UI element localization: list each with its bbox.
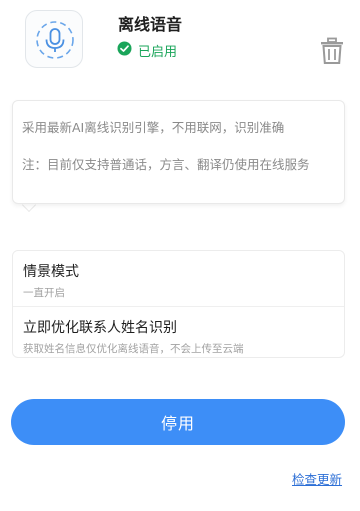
header: 离线语音 已启用 xyxy=(0,0,360,90)
setting-title: 情景模式 xyxy=(23,264,79,280)
divider xyxy=(13,306,344,307)
setting-title: 立即优化联系人姓名识别 xyxy=(23,320,177,336)
trash-icon[interactable] xyxy=(320,37,344,65)
check-update-link[interactable]: 检查更新 xyxy=(292,469,342,488)
setting-scene-mode[interactable]: 情景模式 一直开启 xyxy=(23,261,333,300)
status-text: 已启用 xyxy=(138,44,178,60)
description-box: 采用最新AI离线识别引擎，不用联网，识别准确 注：目前仅支持普通话，方言、翻译仍… xyxy=(12,100,345,204)
setting-optimize-contacts[interactable]: 立即优化联系人姓名识别 获取姓名信息仅优化离线语音，不会上传至云端 xyxy=(23,317,333,356)
check-circle-icon xyxy=(117,41,138,60)
status-badge: 已启用 xyxy=(117,41,178,60)
setting-subtitle: 一直开启 xyxy=(23,287,65,299)
setting-subtitle: 获取姓名信息仅优化离线语音，不会上传至云端 xyxy=(23,343,244,355)
settings-card: 情景模式 一直开启 立即优化联系人姓名识别 获取姓名信息仅优化离线语音，不会上传… xyxy=(12,250,345,358)
disable-button[interactable]: 停用 xyxy=(11,399,345,445)
page-title: 离线语音 xyxy=(118,15,183,34)
app-icon xyxy=(25,10,83,68)
description-note: 注：目前仅支持普通话，方言、翻译仍使用在线服务 xyxy=(22,157,310,172)
description-text: 采用最新AI离线识别引擎，不用联网，识别准确 xyxy=(22,120,285,135)
